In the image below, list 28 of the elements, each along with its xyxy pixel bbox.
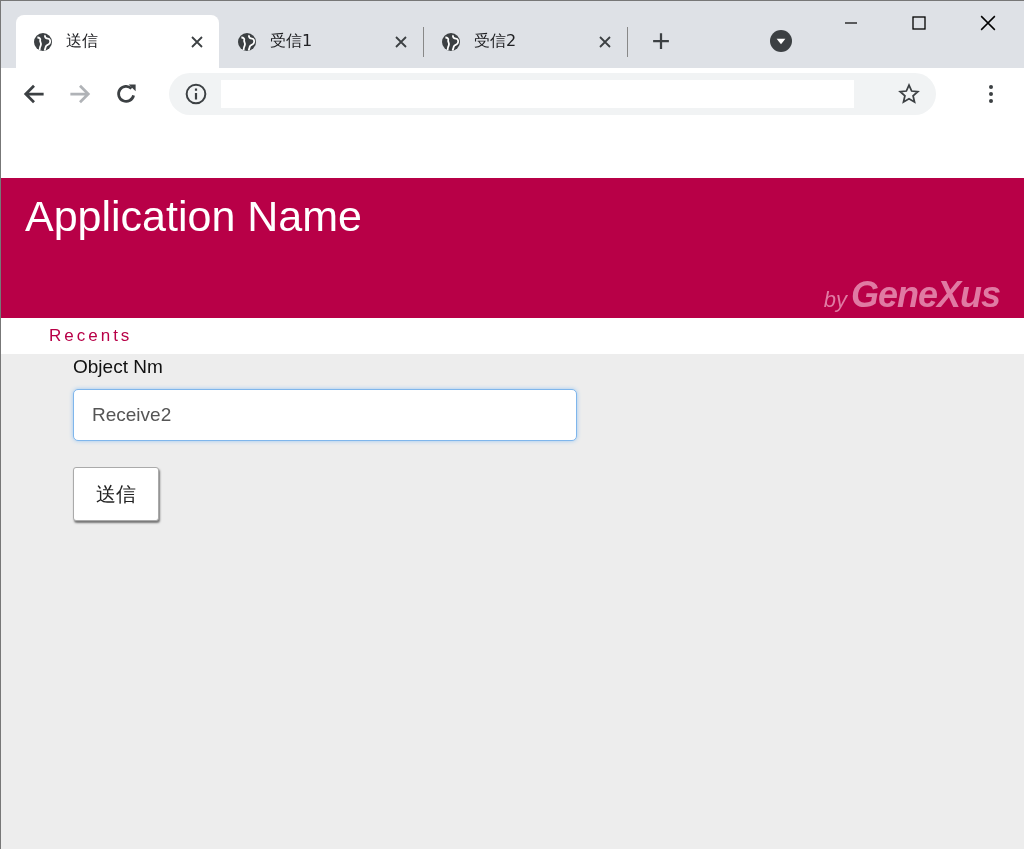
browser-tab[interactable]: 受信2 <box>424 15 627 68</box>
close-icon[interactable] <box>599 35 611 48</box>
brand-logo: GeneXus <box>850 274 1000 316</box>
back-arrow-icon[interactable] <box>23 83 45 105</box>
field-label: Object Nm <box>73 356 163 378</box>
app-title: Application Name <box>24 191 363 241</box>
tab-search-icon[interactable] <box>770 30 792 52</box>
close-icon[interactable] <box>191 35 203 48</box>
globe-icon <box>442 32 460 51</box>
send-button[interactable]: 送信 <box>73 467 159 521</box>
tab-title: 受信1 <box>270 31 314 52</box>
browser-tab[interactable]: 受信1 <box>220 15 423 68</box>
new-tab-icon[interactable] <box>652 32 670 50</box>
recents-link[interactable]: Recents <box>49 326 133 346</box>
close-icon[interactable] <box>980 15 996 31</box>
menu-icon[interactable] <box>988 84 994 104</box>
globe-icon <box>238 32 256 51</box>
maximize-icon[interactable] <box>912 16 926 30</box>
brand-by-text: by <box>823 287 847 313</box>
tab-title: 受信2 <box>474 31 518 52</box>
tab-title: 送信 <box>66 31 99 52</box>
browser-tab[interactable]: 送信 <box>16 15 219 68</box>
input-field[interactable]: Receive2 <box>73 389 577 441</box>
reload-icon[interactable] <box>115 83 137 105</box>
close-icon[interactable] <box>395 35 407 48</box>
globe-icon <box>34 32 52 51</box>
star-icon[interactable] <box>898 83 920 105</box>
info-icon <box>185 83 207 105</box>
